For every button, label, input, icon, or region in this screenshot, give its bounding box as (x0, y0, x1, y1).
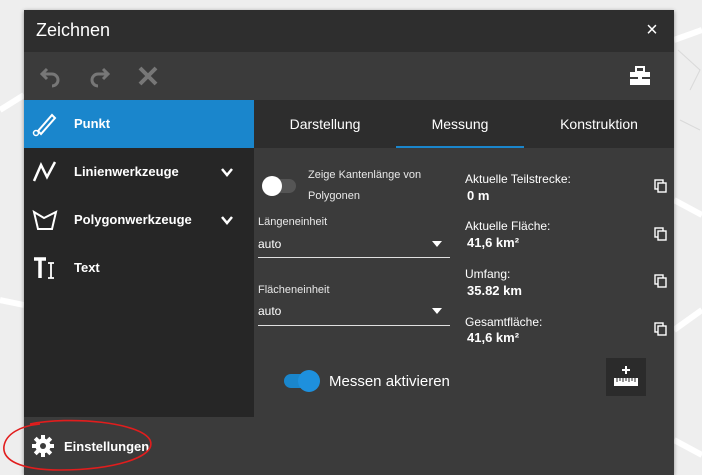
pencil-icon (32, 113, 57, 137)
copy-icon[interactable] (654, 227, 668, 241)
edge-length-toggle[interactable] (262, 176, 298, 196)
measure-content: Darstellung Messung Konstruktion Zeige K… (254, 100, 674, 417)
panel-titlebar: Zeichnen × (24, 10, 674, 52)
dropdown-caret-icon (432, 241, 442, 247)
tab-darstellung[interactable]: Darstellung (254, 100, 396, 148)
select-underline (258, 325, 450, 326)
draw-panel: Zeichnen × Punkt Linienwerkzeuge Polygon… (24, 10, 674, 475)
undo-icon[interactable] (38, 64, 62, 88)
tab-konstruktion[interactable]: Konstruktion (524, 100, 674, 148)
edge-length-label: Zeige Kantenlänge von (308, 169, 422, 181)
panel-title: Zeichnen (36, 20, 111, 40)
dropdown-caret-icon (432, 308, 442, 314)
redo-icon[interactable] (88, 64, 112, 88)
activate-measure-label: Messen aktivieren (329, 373, 450, 390)
text-icon (34, 257, 54, 279)
select-underline (258, 257, 450, 258)
polygon-icon (32, 209, 58, 230)
length-unit-label: Längeneinheit (258, 216, 328, 228)
current-area-value: 41,6 km² (467, 235, 520, 250)
area-unit-label: Flächeneinheit (258, 284, 330, 296)
line-icon (32, 161, 57, 182)
length-unit-value: auto (258, 237, 282, 251)
toolbox-icon[interactable] (628, 64, 652, 88)
chevron-down-icon[interactable] (220, 166, 234, 178)
gear-icon (32, 435, 54, 457)
total-area-value: 41,6 km² (467, 330, 520, 345)
edge-length-label-cont: Polygonen (308, 190, 360, 202)
sidebar-item-polygonwerkzeuge[interactable]: Polygonwerkzeuge (24, 196, 254, 244)
settings-label: Einstellungen (64, 439, 150, 454)
delete-icon[interactable] (136, 64, 160, 88)
sidebar-item-punkt[interactable]: Punkt (24, 100, 254, 148)
tool-sidebar: Punkt Linienwerkzeuge Polygonwerkzeuge T… (24, 100, 254, 417)
panel-footer: Einstellungen (24, 417, 674, 475)
current-segment-value: 0 m (467, 188, 490, 203)
activate-measure-toggle[interactable] (284, 370, 320, 392)
draw-toolbar (24, 52, 674, 100)
sidebar-item-label: Punkt (74, 116, 111, 131)
sidebar-item-label: Linienwerkzeuge (74, 164, 179, 179)
copy-icon[interactable] (654, 274, 668, 288)
sidebar-item-label: Polygonwerkzeuge (74, 212, 192, 227)
sidebar-item-linienwerkzeuge[interactable]: Linienwerkzeuge (24, 148, 254, 196)
sidebar-item-label: Text (74, 260, 100, 275)
area-unit-value: auto (258, 304, 282, 318)
ruler-button[interactable] (606, 358, 646, 396)
close-button[interactable]: × (642, 20, 662, 40)
sidebar-item-text[interactable]: Text (24, 244, 254, 292)
ruler-add-icon (614, 366, 638, 386)
copy-icon[interactable] (654, 322, 668, 336)
perimeter-label: Umfang: (465, 267, 511, 281)
current-area-label: Aktuelle Fläche: (465, 219, 551, 233)
chevron-down-icon[interactable] (220, 214, 234, 226)
tab-messung[interactable]: Messung (396, 100, 524, 148)
current-segment-label: Aktuelle Teilstrecke: (465, 172, 571, 186)
copy-icon[interactable] (654, 179, 668, 193)
perimeter-value: 35.82 km (467, 283, 522, 298)
total-area-label: Gesamtfläche: (465, 315, 543, 329)
tab-bar: Darstellung Messung Konstruktion (254, 100, 674, 148)
